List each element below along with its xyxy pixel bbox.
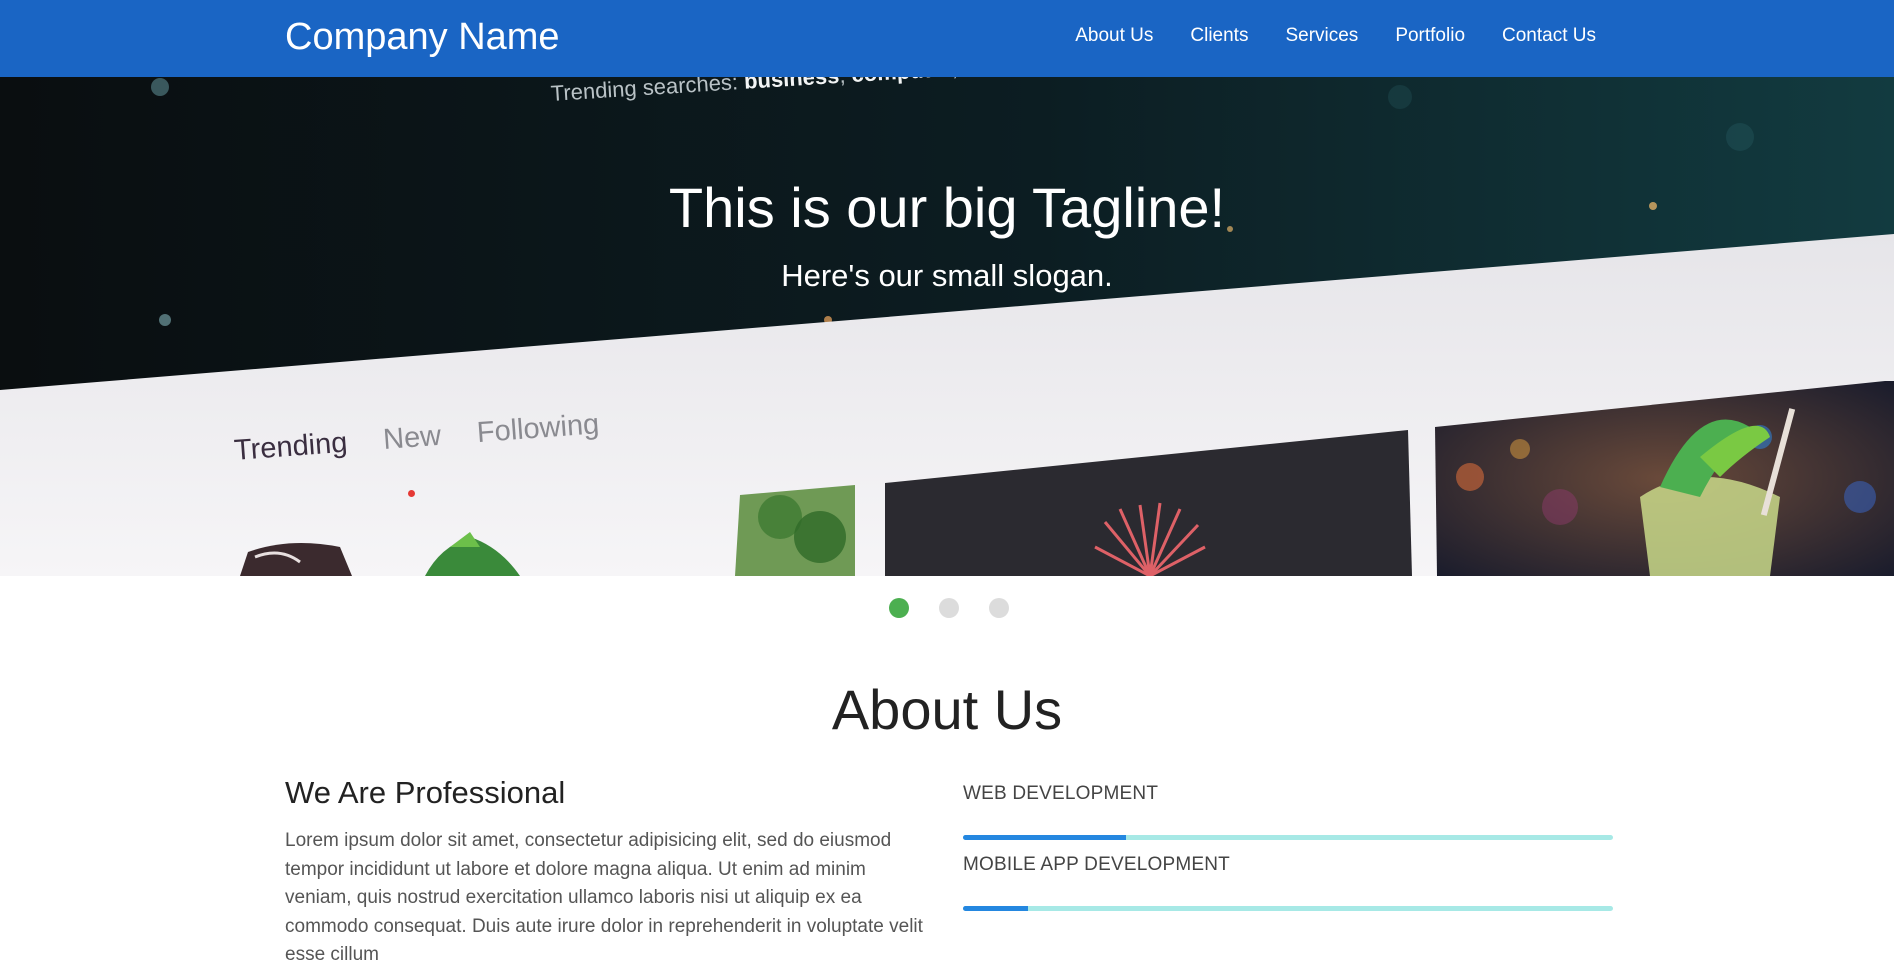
skill-web-development: WEB DEVELOPMENT bbox=[963, 783, 1615, 840]
photo-tab-new: New bbox=[381, 419, 443, 456]
about-paragraph: Lorem ipsum dolor sit amet, consectetur … bbox=[285, 830, 923, 965]
hero-background-photo bbox=[0, 77, 1894, 576]
skill-progress-fill bbox=[963, 906, 1028, 911]
skill-label: MOBILE APP DEVELOPMENT bbox=[963, 854, 1230, 875]
carousel-indicators bbox=[889, 598, 1009, 618]
carousel-dot-3[interactable] bbox=[989, 598, 1009, 618]
about-section-title: About Us bbox=[831, 678, 1063, 741]
nav-link-services[interactable]: Services bbox=[1285, 24, 1358, 48]
nav-link-portfolio[interactable]: Portfolio bbox=[1395, 24, 1465, 48]
about-heading: We Are Professional bbox=[285, 775, 566, 810]
brand-logo[interactable]: Company Name bbox=[285, 16, 560, 58]
skill-progress-track bbox=[963, 835, 1613, 840]
skill-progress-track bbox=[963, 906, 1613, 911]
skill-progress-fill bbox=[963, 835, 1126, 840]
skill-label: WEB DEVELOPMENT bbox=[963, 783, 1159, 804]
nav-link-contact-us[interactable]: Contact Us bbox=[1502, 24, 1596, 48]
photo-tab-indicator bbox=[408, 490, 415, 497]
nav-link-clients[interactable]: Clients bbox=[1190, 24, 1248, 48]
skill-mobile-app-development: MOBILE APP DEVELOPMENT bbox=[963, 854, 1615, 911]
hero-slogan: Here's our small slogan. bbox=[781, 258, 1113, 293]
carousel-dot-1[interactable] bbox=[889, 598, 909, 618]
carousel-dot-2[interactable] bbox=[939, 598, 959, 618]
main-nav: About Us Clients Services Portfolio Cont… bbox=[1075, 24, 1596, 48]
hero-tagline: This is our big Tagline! bbox=[668, 176, 1226, 239]
top-navbar: Company Name About Us Clients Services P… bbox=[0, 0, 1894, 77]
nav-link-about-us[interactable]: About Us bbox=[1075, 24, 1153, 48]
hero-slider: Trending searches: business, computer, n… bbox=[0, 77, 1894, 576]
